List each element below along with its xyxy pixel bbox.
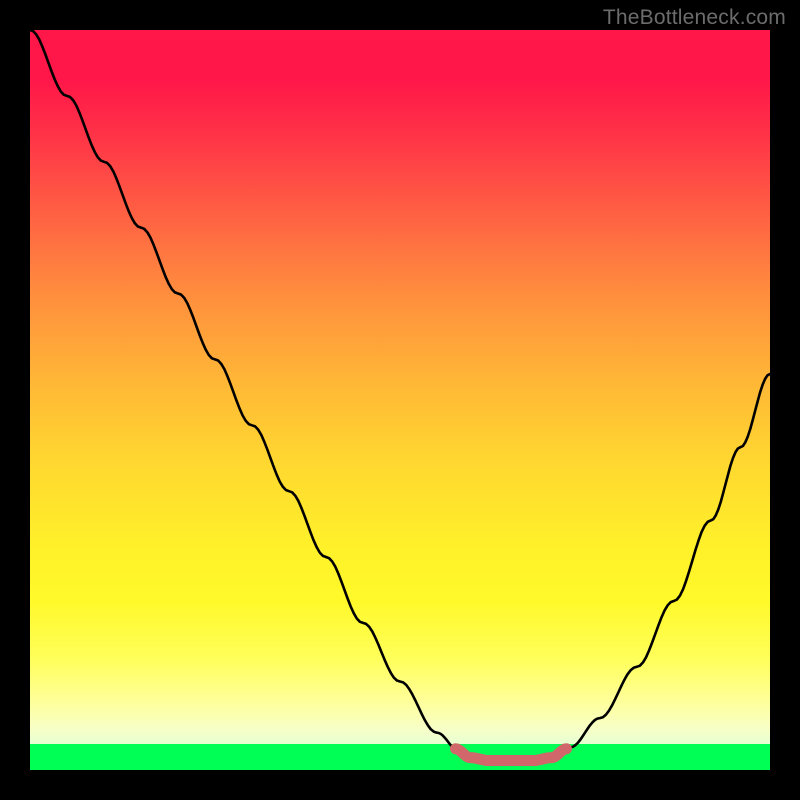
chart-svg <box>30 30 770 770</box>
bottleneck-curve-path <box>30 30 770 761</box>
watermark-text: TheBottleneck.com <box>603 6 786 30</box>
plot-area <box>30 30 770 770</box>
chart-frame: TheBottleneck.com <box>0 0 800 800</box>
optimal-segment-path <box>456 749 567 761</box>
